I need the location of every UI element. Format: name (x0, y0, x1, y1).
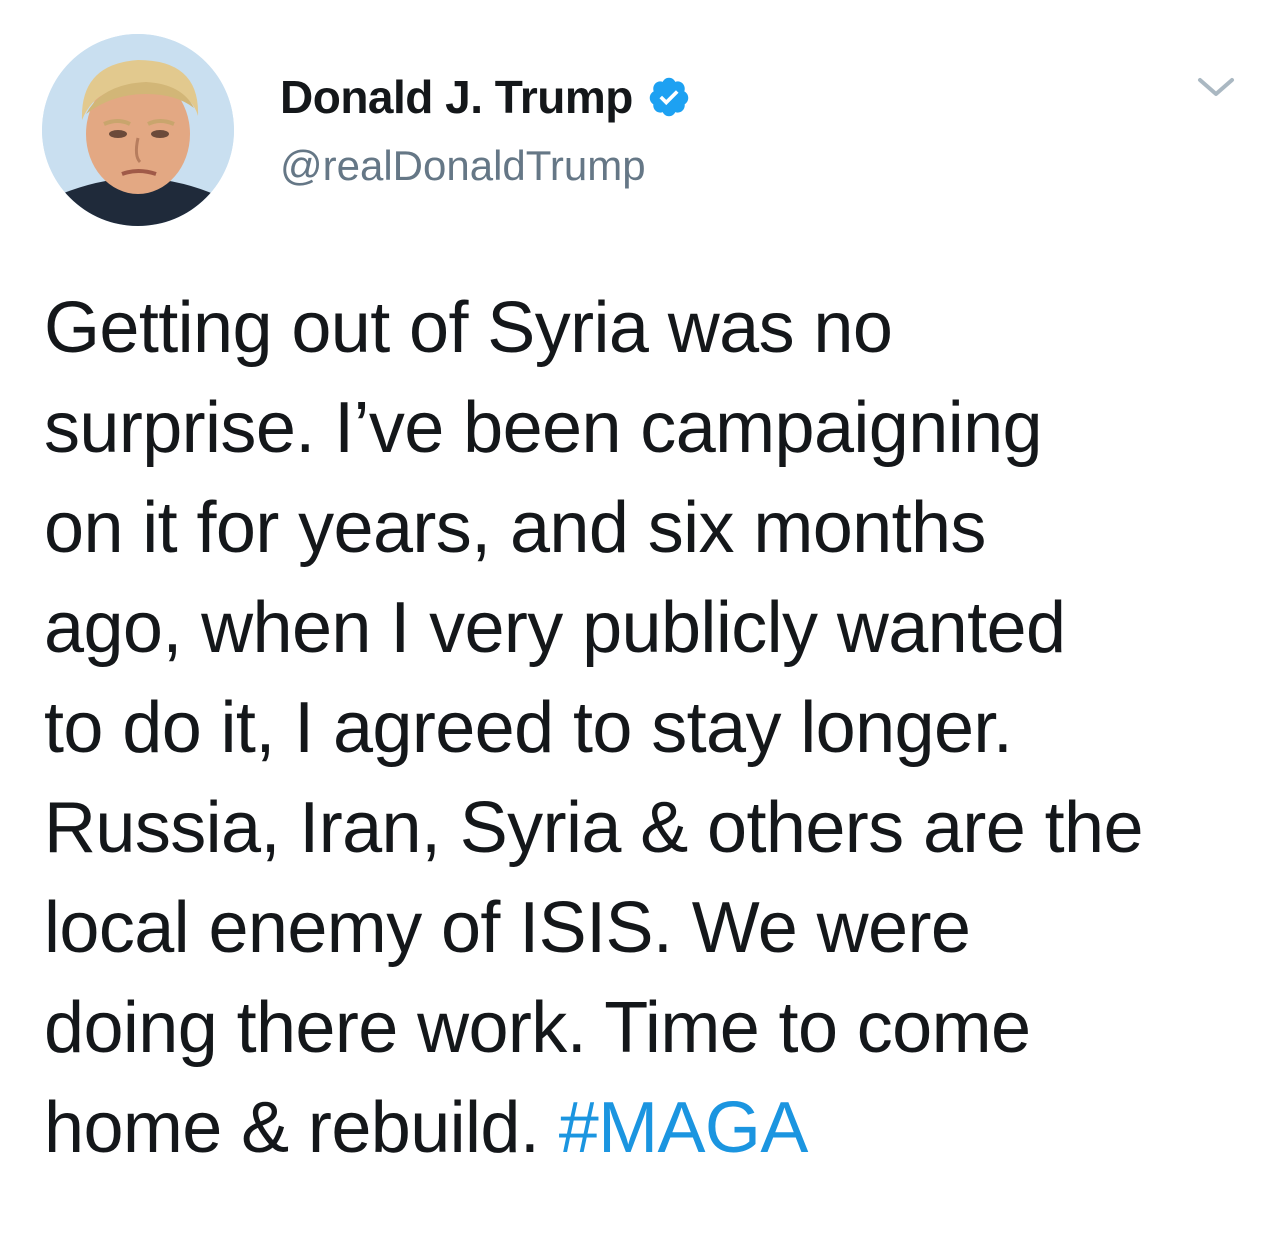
tweet-body: Getting out of Syria was no surprise. I’… (44, 288, 1144, 1168)
tweet-text: Getting out of Syria was no surprise. I’… (44, 278, 1254, 1178)
chevron-down-icon[interactable] (1196, 72, 1236, 104)
author-handle[interactable]: @realDonaldTrump (280, 138, 691, 194)
author-name-row: Donald J. Trump (280, 66, 691, 128)
verified-badge-icon (647, 75, 691, 119)
avatar-image (42, 34, 234, 226)
avatar[interactable] (42, 34, 234, 226)
tweet-author: Donald J. Trump @realDonaldTrump (280, 66, 691, 194)
author-display-name[interactable]: Donald J. Trump (280, 66, 633, 128)
tweet-card: Donald J. Trump @realDonaldTrump Getting… (0, 0, 1280, 1243)
hashtag-link[interactable]: #MAGA (559, 1088, 809, 1168)
